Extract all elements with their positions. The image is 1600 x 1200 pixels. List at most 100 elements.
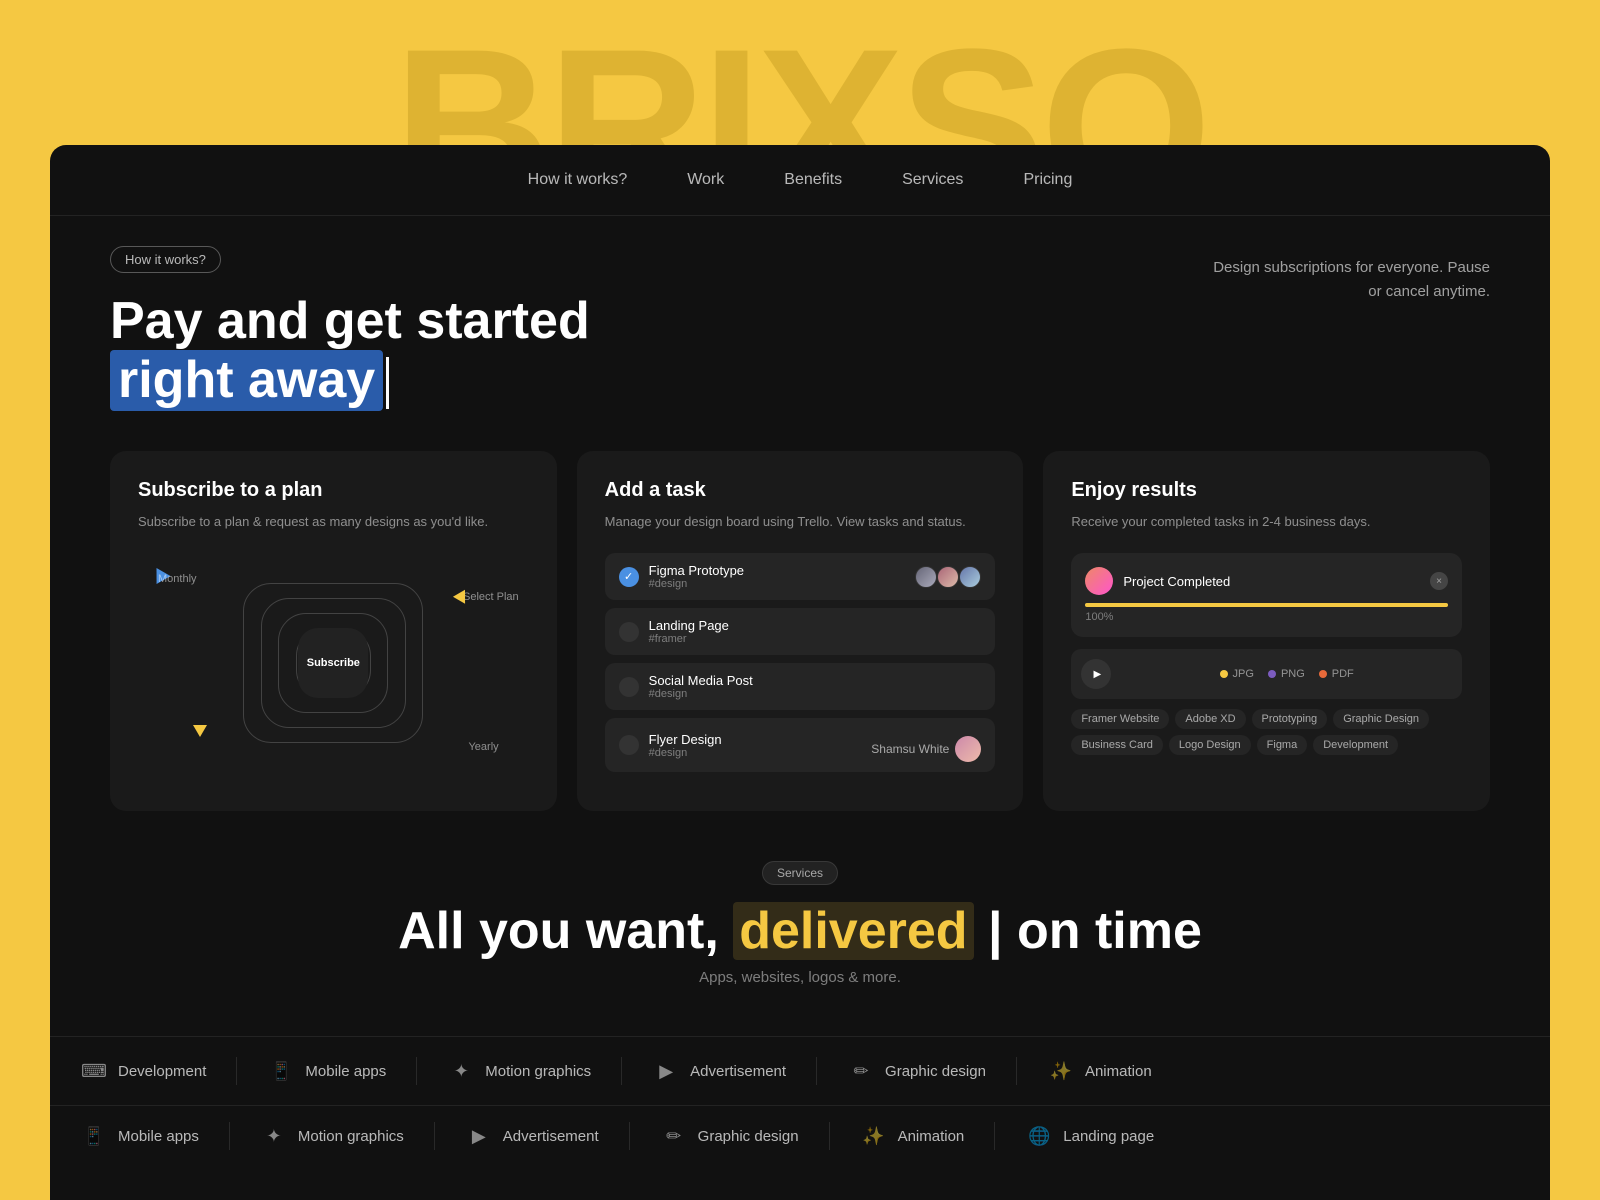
services-title-end: on time (1017, 902, 1202, 960)
service-label2: Mobile apps (118, 1128, 199, 1145)
avatar (937, 566, 959, 588)
cursor (386, 357, 389, 409)
service-label2: Landing page (1063, 1128, 1154, 1145)
card-results-desc: Receive your completed tasks in 2-4 busi… (1071, 512, 1462, 533)
nav-pricing[interactable]: Pricing (1013, 165, 1082, 195)
card-results: Enjoy results Receive your completed tas… (1043, 451, 1490, 811)
development-icon: ⌨ (80, 1057, 108, 1085)
task-item: Landing Page #framer (605, 608, 996, 655)
motion-icon: ✦ (447, 1057, 475, 1085)
services-scroll-row1: ⌨ Development 📱 Mobile apps ✦ Motion gra… (50, 1036, 1550, 1106)
services-subtitle: Apps, websites, logos & more. (110, 969, 1490, 986)
subscribe-button[interactable]: Subscribe (298, 628, 368, 698)
play-area: JPG PNG PDF (1071, 649, 1462, 699)
services-section: Services All you want, delivered | on ti… (50, 831, 1550, 1036)
task-pending-icon (619, 735, 639, 755)
png-label: PNG (1281, 668, 1305, 680)
animation2-icon: ✨ (860, 1122, 888, 1150)
tags-row: Framer Website Adobe XD Prototyping Grap… (1071, 709, 1462, 755)
task-info: Social Media Post #design (649, 673, 982, 700)
play-button[interactable] (1081, 659, 1111, 689)
task-tag: #framer (649, 633, 982, 645)
graphic2-icon: ✏ (660, 1122, 688, 1150)
project-header: Project Completed × (1085, 567, 1448, 595)
service-label2: Graphic design (698, 1128, 799, 1145)
task-done-icon (619, 567, 639, 587)
shamsu-name: Shamsu White (871, 742, 949, 756)
card-subscribe: Subscribe to a plan Subscribe to a plan … (110, 451, 557, 811)
subscribe-visual: Subscribe Monthly Select Plan Yearly (138, 553, 529, 773)
nav-benefits[interactable]: Benefits (774, 165, 852, 195)
task-item: Social Media Post #design (605, 663, 996, 710)
navbar: How it works? Work Benefits Services Pri… (50, 145, 1550, 216)
png-dot (1268, 670, 1276, 678)
services-badge: Services (762, 861, 838, 885)
hero-section: How it works? Pay and get started right … (50, 216, 1550, 431)
service-item-ad: ▶ Advertisement (622, 1057, 817, 1085)
mobile-icon: 📱 (267, 1057, 295, 1085)
progress-bar-fill (1085, 603, 1448, 607)
hero-subtitle: Design subscriptions for everyone. Pause… (1210, 256, 1490, 304)
card-tasks-title: Add a task (605, 479, 996, 502)
progress-label: 100% (1085, 611, 1448, 623)
task-name: Flyer Design (649, 732, 862, 747)
label-monthly: Monthly (158, 573, 197, 585)
task-tag: #design (649, 747, 862, 759)
task-list: Figma Prototype #design Landing Page #fr… (605, 553, 996, 772)
card-tasks-desc: Manage your design board using Trello. V… (605, 512, 996, 533)
service-item-ad2: ▶ Advertisement (435, 1122, 630, 1150)
nav-work[interactable]: Work (677, 165, 734, 195)
service-label: Mobile apps (305, 1063, 386, 1080)
task-info: Landing Page #framer (649, 618, 982, 645)
jpg-dot (1220, 670, 1228, 678)
file-type-jpg: JPG (1220, 668, 1254, 680)
service-label2: Animation (898, 1128, 965, 1145)
shamsu-badge: Shamsu White (871, 736, 981, 762)
label-yearly: Yearly (468, 741, 498, 753)
cards-section: Subscribe to a plan Subscribe to a plan … (50, 431, 1550, 831)
hero-title: Pay and get started right away (110, 293, 590, 411)
card-subscribe-desc: Subscribe to a plan & request as many de… (138, 512, 529, 533)
service-item-mobile2: 📱 Mobile apps (50, 1122, 230, 1150)
mobile2-icon: 📱 (80, 1122, 108, 1150)
task-name: Landing Page (649, 618, 982, 633)
card-subscribe-title: Subscribe to a plan (138, 479, 529, 502)
service-item-mobile: 📱 Mobile apps (237, 1057, 417, 1085)
project-title: Project Completed (1123, 574, 1430, 589)
shamsu-avatar (955, 736, 981, 762)
task-info: Flyer Design #design (649, 732, 862, 759)
file-type-png: PNG (1268, 668, 1305, 680)
ad2-icon: ▶ (465, 1122, 493, 1150)
ad-icon: ▶ (652, 1057, 680, 1085)
service-label: Animation (1085, 1063, 1152, 1080)
progress-bar-bg (1085, 603, 1448, 607)
service-item-landing: 🌐 Landing page (995, 1122, 1184, 1150)
tag-figma: Figma (1257, 735, 1308, 755)
service-item-motion: ✦ Motion graphics (417, 1057, 622, 1085)
close-icon[interactable]: × (1430, 572, 1448, 590)
motion2-icon: ✦ (260, 1122, 288, 1150)
nav-services[interactable]: Services (892, 165, 973, 195)
task-item: Figma Prototype #design (605, 553, 996, 600)
tag-prototyping: Prototyping (1252, 709, 1328, 729)
service-item-motion2: ✦ Motion graphics (230, 1122, 435, 1150)
service-item-animation: ✨ Animation (1017, 1057, 1182, 1085)
hero-left: How it works? Pay and get started right … (110, 246, 590, 411)
nav-how-it-works[interactable]: How it works? (518, 165, 638, 195)
file-type-pdf: PDF (1319, 668, 1354, 680)
service-label: Graphic design (885, 1063, 986, 1080)
card-results-title: Enjoy results (1071, 479, 1462, 502)
task-name: Social Media Post (649, 673, 982, 688)
animation-icon: ✨ (1047, 1057, 1075, 1085)
tag-dev: Development (1313, 735, 1398, 755)
tag-graphic: Graphic Design (1333, 709, 1429, 729)
services-title-start: All you want, (398, 902, 719, 960)
jpg-label: JPG (1233, 668, 1254, 680)
hero-right: Design subscriptions for everyone. Pause… (1210, 246, 1490, 304)
how-it-works-badge[interactable]: How it works? (110, 246, 221, 273)
landing-icon: 🌐 (1025, 1122, 1053, 1150)
arrow-yellow-bottom-icon (193, 725, 207, 737)
project-icon (1085, 567, 1113, 595)
project-completed-card: Project Completed × 100% (1071, 553, 1462, 637)
label-select-plan: Select Plan (463, 591, 519, 603)
